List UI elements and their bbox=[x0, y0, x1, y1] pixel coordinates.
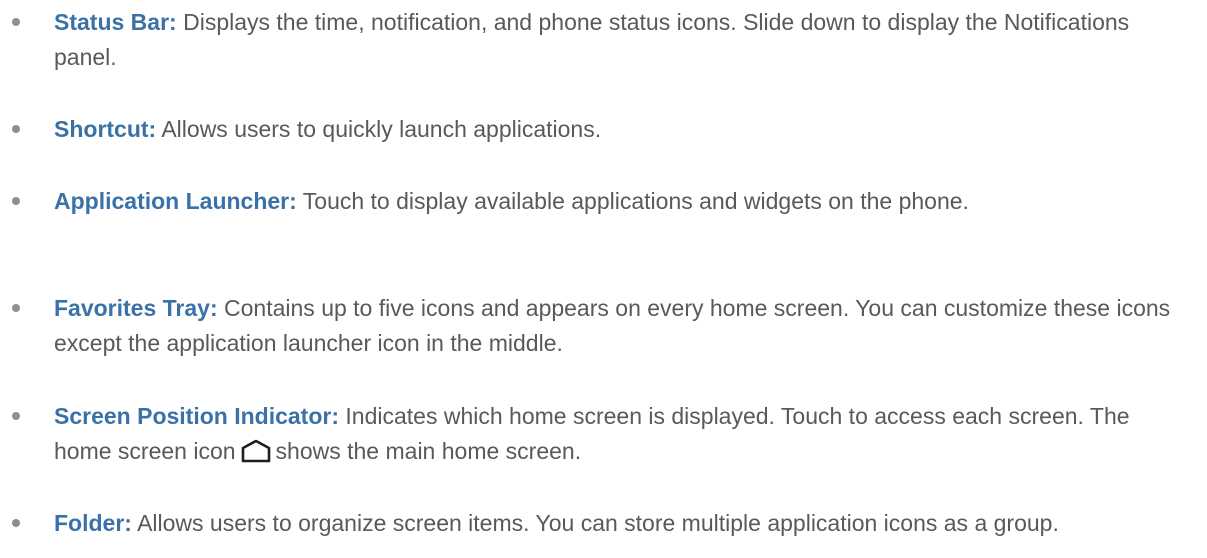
term-label: Folder: bbox=[54, 510, 132, 536]
term-label: Application Launcher: bbox=[54, 188, 297, 214]
list-item-text: Favorites Tray: Contains up to five icon… bbox=[54, 291, 1174, 361]
home-outline-icon bbox=[241, 439, 270, 463]
list-item-text: Application Launcher: Touch to display a… bbox=[54, 184, 1174, 219]
list-item-text: Screen Position Indicator: Indicates whi… bbox=[54, 399, 1174, 469]
term-description-continued: shows the main home screen. bbox=[275, 438, 582, 464]
list-item-text: Status Bar: Displays the time, notificat… bbox=[54, 5, 1174, 75]
term-description: Displays the time, notification, and pho… bbox=[54, 9, 1130, 70]
term-label: Favorites Tray: bbox=[54, 295, 218, 321]
bullet-dot bbox=[12, 412, 20, 420]
term-description: Allows users to organize screen items. Y… bbox=[131, 510, 1059, 536]
list-item-text: Shortcut: Allows users to quickly launch… bbox=[54, 112, 1174, 147]
bullet-dot bbox=[12, 519, 20, 527]
term-description: Allows users to quickly launch applicati… bbox=[156, 116, 602, 142]
term-description: Touch to display available applications … bbox=[296, 188, 969, 214]
term-label: Shortcut: bbox=[54, 116, 157, 142]
term-label: Status Bar: bbox=[54, 9, 177, 35]
term-description: Contains up to five icons and appears on… bbox=[54, 295, 1171, 356]
bullet-list: Status Bar: Displays the time, notificat… bbox=[0, 0, 1207, 558]
bullet-dot bbox=[12, 304, 20, 312]
bullet-dot bbox=[12, 197, 20, 205]
bullet-dot bbox=[12, 18, 20, 26]
bullet-dot bbox=[12, 125, 20, 133]
list-item-text: Folder: Allows users to organize screen … bbox=[54, 506, 1174, 541]
term-label: Screen Position Indicator: bbox=[54, 403, 339, 429]
